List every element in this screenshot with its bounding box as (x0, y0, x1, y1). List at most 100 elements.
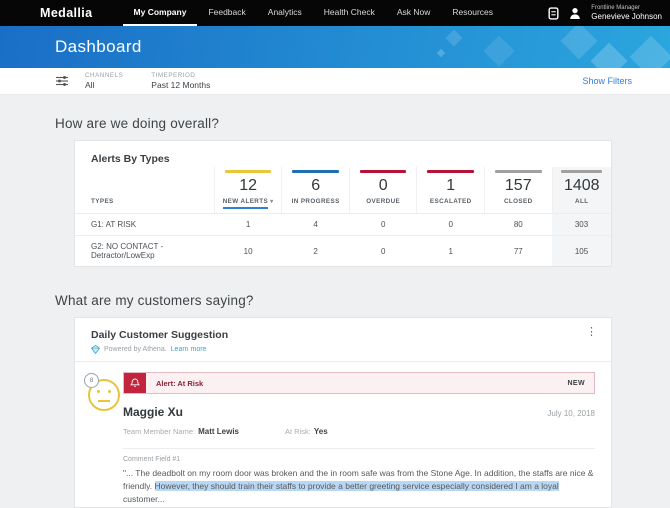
user-menu[interactable]: Frontline Manager Genevieve Johnson (591, 5, 662, 22)
table-row-g2-no-contact: G2: NO CONTACT - Detractor/LowExp 10 2 0… (75, 235, 611, 266)
filter-sliders-icon[interactable] (55, 75, 69, 87)
alerts-by-types-card: Alerts By Types 12 6 0 1 157 1408 TYPES … (74, 140, 612, 267)
cell-link[interactable]: 1 (214, 213, 282, 236)
athena-gem-icon (91, 345, 100, 354)
stat-tile-overdue[interactable]: 0 (348, 167, 417, 196)
cell-link[interactable]: 4 (281, 213, 350, 236)
timeperiod-label: TIMEPERIOD (151, 72, 196, 79)
cell-link[interactable]: 2 (281, 235, 350, 266)
column-header-in-progress[interactable]: IN PROGRESS (281, 196, 350, 214)
page-title: Dashboard (55, 37, 142, 56)
stat-tile-escalated[interactable]: 1 (416, 167, 485, 196)
column-header-closed[interactable]: CLOSED (483, 196, 553, 214)
stat-tile-all[interactable]: 1408 (551, 167, 611, 196)
stat-value[interactable]: 0 (350, 173, 417, 196)
nav-item-health-check[interactable]: Health Check (313, 0, 386, 26)
diamond-decoration (445, 29, 463, 47)
user-name: Genevieve Johnson (591, 11, 662, 21)
cell-link[interactable]: 80 (484, 213, 553, 236)
page-header: Dashboard (0, 26, 670, 68)
team-member-value: Matt Lewis (198, 427, 240, 436)
column-header-new-alerts[interactable]: NEW ALERTS ▾ (213, 196, 282, 214)
stat-tile-closed[interactable]: 157 (483, 167, 553, 196)
stat-value[interactable]: 12 (215, 173, 282, 196)
column-header-overdue[interactable]: OVERDUE (348, 196, 417, 214)
column-header-all[interactable]: ALL (551, 196, 611, 214)
user-icon[interactable] (569, 7, 581, 19)
nav-right-area: Frontline Manager Genevieve Johnson (548, 0, 662, 26)
channels-filter[interactable]: CHANNELS All (85, 72, 123, 90)
column-header-escalated[interactable]: ESCALATED (416, 196, 485, 214)
diamond-decoration (436, 48, 446, 58)
diamond-decoration (590, 42, 628, 68)
diamond-decoration (560, 26, 598, 60)
timeperiod-value: Past 12 Months (151, 80, 211, 90)
channels-label: CHANNELS (85, 72, 124, 79)
sort-caret-icon: ▾ (270, 199, 274, 205)
feedback-date: July 10, 2018 (547, 409, 595, 418)
suggestion-card-header: Daily Customer Suggestion ⋮ Powered by A… (75, 318, 611, 362)
bell-icon (124, 373, 146, 393)
cell-link[interactable]: 1 (416, 235, 485, 266)
stat-tile-in-progress[interactable]: 6 (281, 167, 350, 196)
sentiment-column: 8 (83, 372, 123, 507)
score-badge: 8 (84, 373, 99, 388)
nav-item-ask-now[interactable]: Ask Now (386, 0, 442, 26)
nav-menu: My Company Feedback Analytics Health Che… (122, 0, 504, 26)
stat-value[interactable]: 6 (282, 173, 349, 196)
daily-customer-suggestion-card: Daily Customer Suggestion ⋮ Powered by A… (74, 317, 612, 508)
timeperiod-filter[interactable]: TIMEPERIOD Past 12 Months (151, 72, 210, 90)
cell-value: 303 (552, 213, 611, 236)
learn-more-link[interactable]: Learn more (171, 346, 207, 353)
divider (123, 448, 595, 449)
row-type-label: G2: NO CONTACT - Detractor/LowExp (75, 235, 215, 266)
alert-stat-tiles: 12 6 0 1 157 1408 (75, 167, 611, 196)
at-risk-alert-banner: Alert: At Risk NEW (123, 372, 595, 394)
types-column-header: TYPES (91, 198, 114, 205)
stat-value[interactable]: 157 (485, 173, 552, 196)
user-role: Frontline Manager (591, 4, 640, 11)
team-member-label: Team Member Name: (123, 427, 196, 436)
customers-section-heading: What are my customers saying? (55, 293, 254, 308)
show-filters-link[interactable]: Show Filters (582, 76, 632, 86)
suggestion-card-title: Daily Customer Suggestion (91, 329, 229, 341)
channels-value: All (85, 80, 95, 90)
filter-bar: CHANNELS All TIMEPERIOD Past 12 Months S… (0, 68, 670, 95)
cell-link[interactable]: 77 (484, 235, 553, 266)
suggestion-card-body: 8 Alert: At Risk NEW Maggie Xu July 10, … (75, 362, 611, 507)
alerts-table: 12 6 0 1 157 1408 TYPES NEW ALERTS ▾ IN P… (75, 167, 611, 266)
alert-label: Alert: At Risk (156, 378, 204, 388)
alerts-card-title: Alerts By Types (91, 153, 170, 165)
alerts-table-header: TYPES NEW ALERTS ▾ IN PROGRESS OVERDUE ES… (75, 196, 611, 214)
stat-value[interactable]: 1408 (553, 173, 611, 196)
diamond-decoration (483, 35, 515, 67)
medallia-logo[interactable]: Medallia (40, 0, 93, 26)
stat-tile-new-alerts[interactable]: 12 (213, 167, 282, 196)
at-risk-value: Yes (313, 427, 328, 436)
diamond-decoration (629, 35, 670, 68)
cell-link[interactable]: 10 (214, 235, 282, 266)
table-row-g1-at-risk: G1: AT RISK 1 4 0 0 80 303 (75, 213, 611, 236)
comment-text: "... The deadbolt on my room door was br… (123, 468, 594, 505)
overall-section-heading: How are we doing overall? (55, 116, 220, 131)
at-risk-label: At Risk: (285, 427, 311, 436)
comment-field-label: Comment Field #1 (123, 456, 181, 463)
top-nav: Medallia My Company Feedback Analytics H… (0, 0, 670, 26)
highlighted-text: However, they should train their staffs … (154, 481, 559, 492)
nav-item-resources[interactable]: Resources (441, 0, 504, 26)
cell-value: 0 (416, 213, 485, 236)
cell-value: 0 (349, 235, 417, 266)
nav-item-feedback[interactable]: Feedback (197, 0, 256, 26)
kebab-menu-icon[interactable]: ⋮ (586, 327, 597, 338)
stat-value[interactable]: 1 (417, 173, 484, 196)
nav-item-analytics[interactable]: Analytics (257, 0, 313, 26)
powered-by-label: Powered by Athena. (104, 346, 167, 353)
customer-name: Maggie Xu (123, 405, 184, 419)
feedback-meta: Team Member Name: Matt Lewis At Risk: Ye… (123, 427, 595, 436)
new-badge: NEW (567, 379, 585, 387)
cell-value: 105 (552, 235, 611, 266)
nav-item-my-company[interactable]: My Company (122, 0, 198, 26)
cell-value: 0 (349, 213, 417, 236)
document-icon[interactable] (548, 6, 559, 20)
row-type-label: G1: AT RISK (75, 213, 215, 236)
